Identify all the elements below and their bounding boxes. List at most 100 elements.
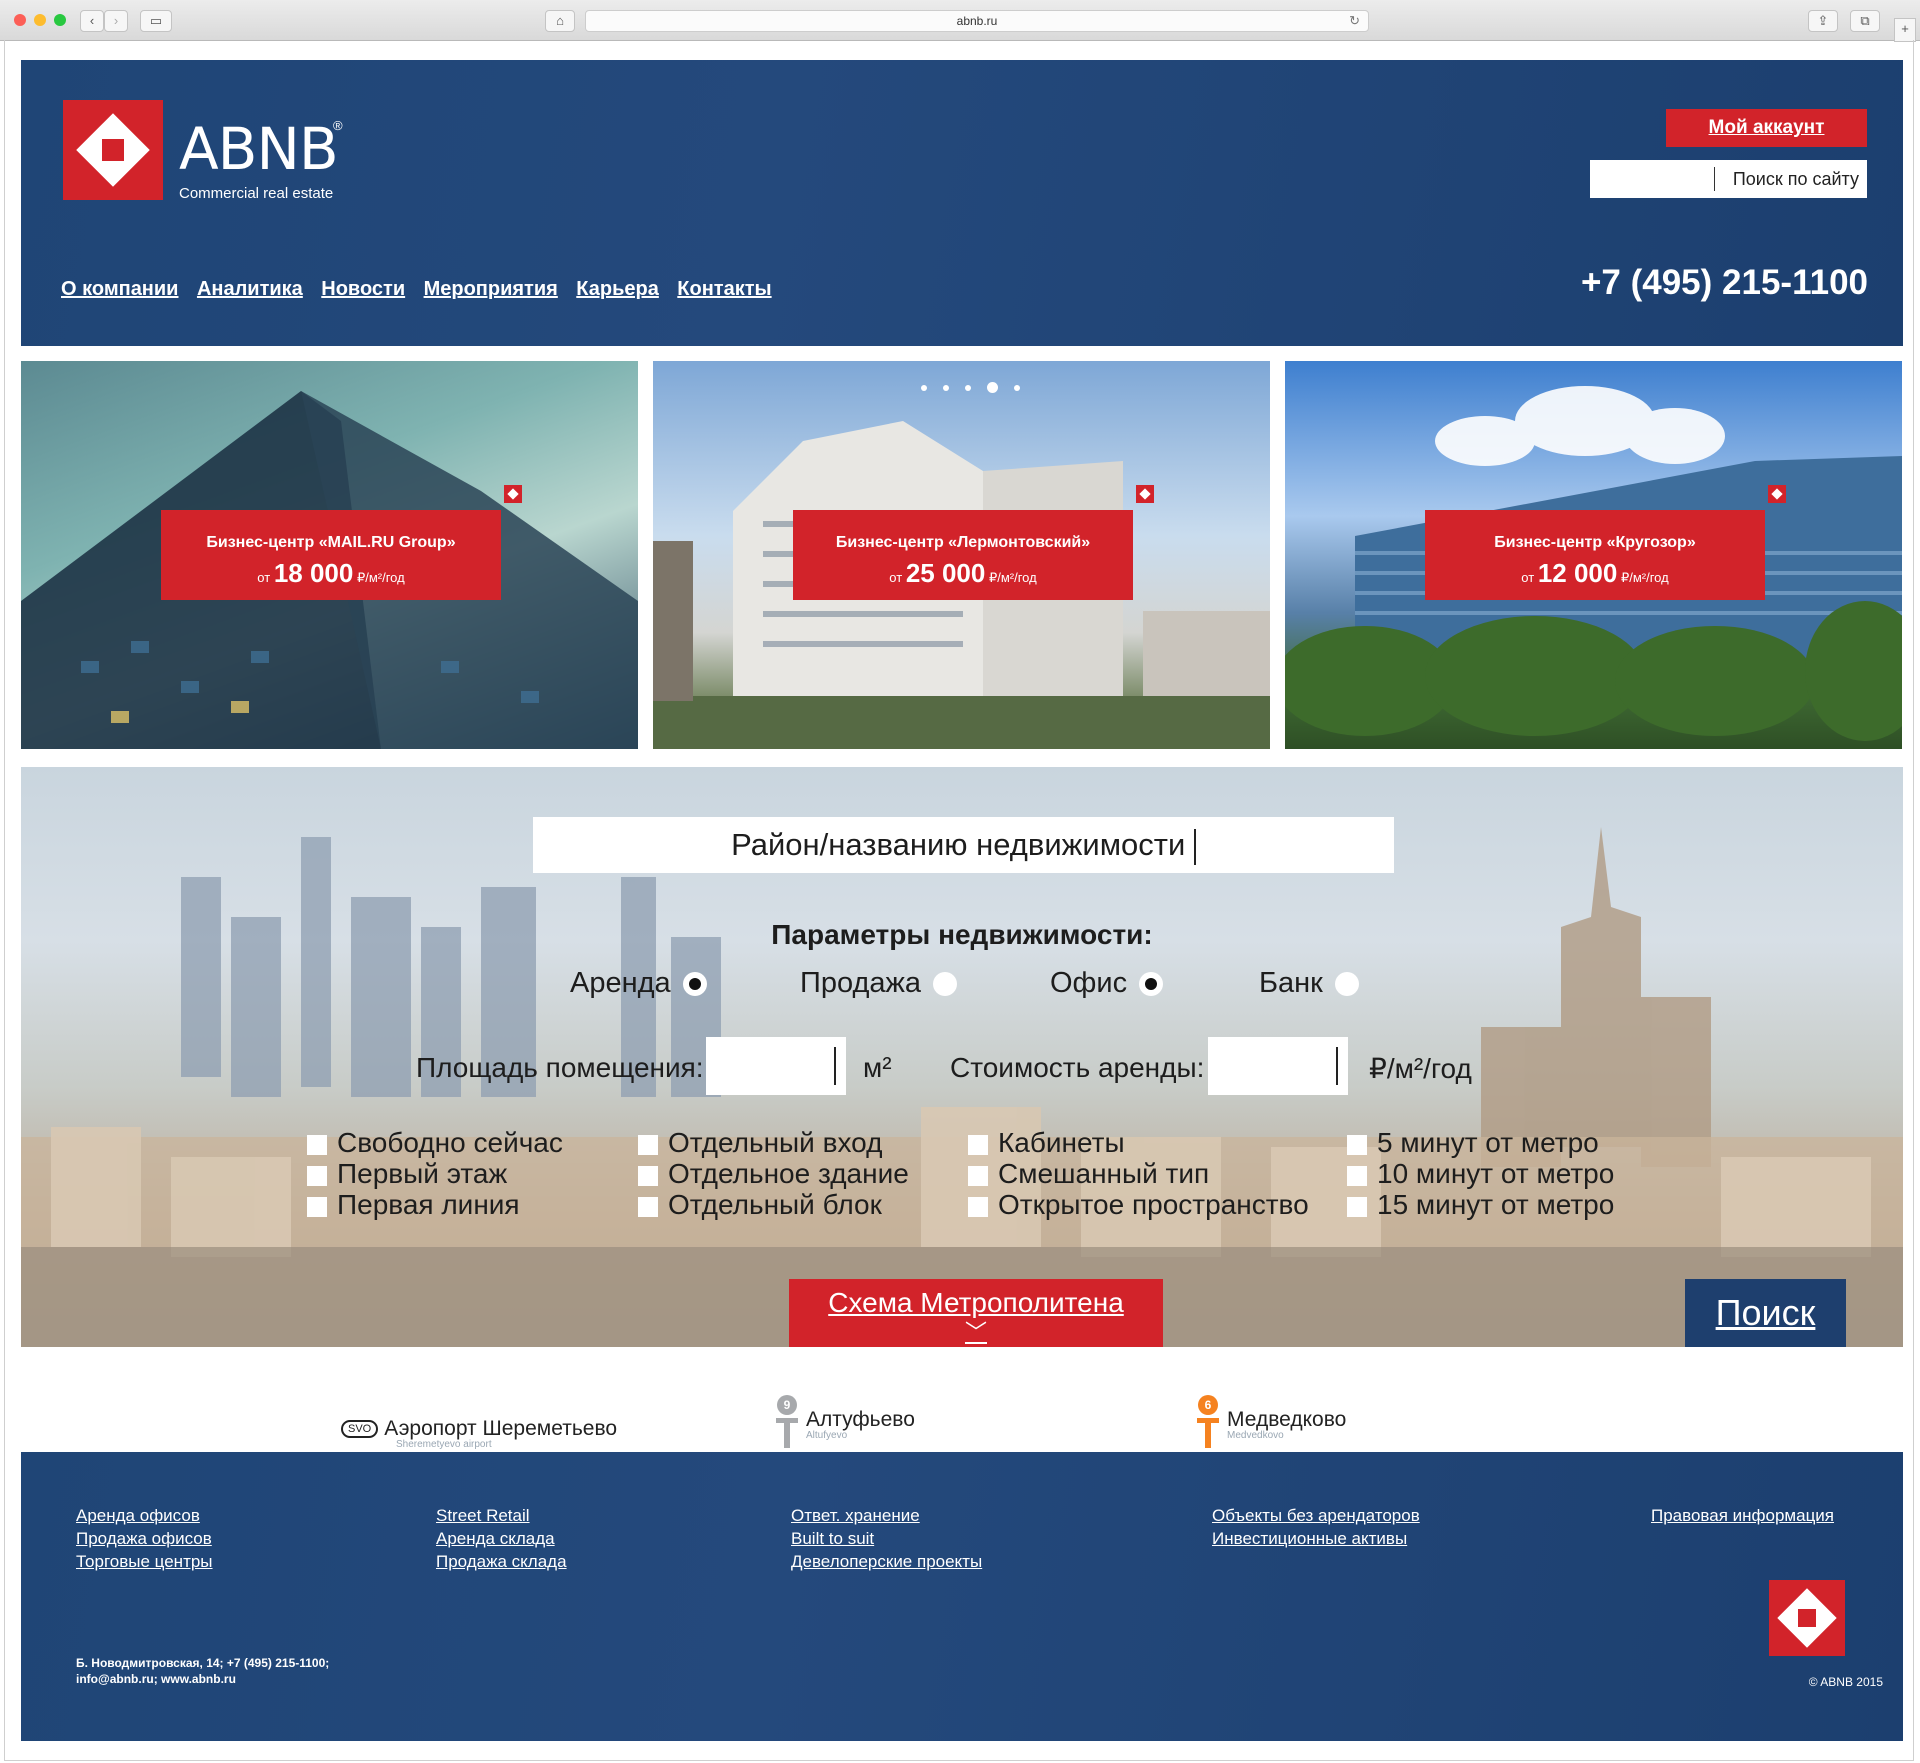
- reload-icon[interactable]: ↻: [1349, 11, 1360, 31]
- footer-link[interactable]: Инвестиционные активы: [1212, 1527, 1420, 1550]
- close-window-icon[interactable]: [14, 14, 26, 26]
- radio-button[interactable]: [682, 972, 707, 997]
- area-label: Площадь помещения:: [416, 1052, 704, 1083]
- radio-button[interactable]: [1334, 972, 1359, 997]
- footer-link[interactable]: Street Retail: [436, 1504, 567, 1527]
- checkbox-column-2: Отдельный вход Отдельное здание Отдельны…: [638, 1127, 909, 1220]
- slider-dot[interactable]: [1014, 384, 1020, 391]
- card-price: от 18 000 ₽/м²/год: [161, 558, 501, 589]
- checkbox[interactable]: [968, 1196, 988, 1217]
- checkbox[interactable]: [968, 1134, 988, 1155]
- slider-dot[interactable]: [921, 384, 927, 391]
- main-nav: О компании Аналитика Новости Мероприятия…: [61, 278, 786, 301]
- nav-analytics[interactable]: Аналитика: [197, 278, 303, 300]
- station-name: Медведково: [1227, 1408, 1347, 1431]
- checkbox-label: Смешанный тип: [998, 1158, 1210, 1189]
- checkbox-separate-entrance[interactable]: Отдельный вход: [638, 1127, 909, 1158]
- site-footer: Аренда офисов Продажа офисов Торговые це…: [21, 1452, 1903, 1741]
- checkbox[interactable]: [1347, 1134, 1367, 1155]
- my-account-button[interactable]: Мой аккаунт: [1666, 109, 1867, 147]
- checkbox[interactable]: [638, 1134, 658, 1155]
- home-icon[interactable]: ⌂: [545, 10, 575, 32]
- footer-link[interactable]: Продажа склада: [436, 1550, 567, 1573]
- nav-contacts[interactable]: Контакты: [677, 278, 771, 300]
- card-title: Бизнес-центр «Кругозор»: [1494, 534, 1696, 551]
- hero-card-lermontovsky[interactable]: Бизнес-центр «Лермонтовский» от 25 000 ₽…: [653, 361, 1270, 749]
- checkbox[interactable]: [638, 1196, 658, 1217]
- back-icon[interactable]: ‹: [80, 10, 104, 32]
- footer-logo-icon[interactable]: [1769, 1580, 1845, 1656]
- radio-bank[interactable]: Банк: [1259, 967, 1359, 1000]
- new-tab-icon[interactable]: +: [1894, 18, 1916, 42]
- property-search-input[interactable]: Район/названию недвижимости: [533, 817, 1394, 873]
- radio-button[interactable]: [933, 972, 958, 997]
- logo-icon[interactable]: [63, 100, 163, 200]
- hero-card-mailru[interactable]: Бизнес-центр «MAIL.RU Group» от 18 000 ₽…: [21, 361, 638, 749]
- logo-text[interactable]: ABNB: [179, 115, 339, 183]
- checkbox[interactable]: [1347, 1196, 1367, 1217]
- checkbox-label: Отдельный блок: [668, 1189, 882, 1220]
- checkbox[interactable]: [307, 1196, 327, 1217]
- checkbox-separate-block[interactable]: Отдельный блок: [638, 1189, 909, 1220]
- radio-sale[interactable]: Продажа: [800, 967, 958, 1000]
- checkbox-cabinets[interactable]: Кабинеты: [968, 1127, 1309, 1158]
- radio-label: Офис: [1050, 967, 1128, 999]
- checkbox-15-min-metro[interactable]: 15 минут от метро: [1347, 1189, 1614, 1220]
- footer-link[interactable]: Торговые центры: [76, 1550, 213, 1573]
- nav-news[interactable]: Новости: [321, 278, 405, 300]
- phone-number[interactable]: +7 (495) 215-1100: [1581, 263, 1868, 303]
- checkbox-mixed-type[interactable]: Смешанный тип: [968, 1158, 1309, 1189]
- radio-rent[interactable]: Аренда: [570, 967, 707, 1000]
- checkbox-open-space[interactable]: Открытое пространство: [968, 1189, 1309, 1220]
- checkbox[interactable]: [307, 1165, 327, 1186]
- footer-link[interactable]: Ответ. хранение: [791, 1504, 982, 1527]
- metro-map-button[interactable]: Схема Метрополитена ﹀: [789, 1279, 1163, 1347]
- nav-events[interactable]: Мероприятия: [424, 278, 558, 300]
- station-subtitle: Medvedkovo: [1227, 1430, 1284, 1441]
- site-search-input[interactable]: Поиск по сайту: [1590, 160, 1867, 198]
- slider-dot-active[interactable]: [987, 382, 998, 394]
- checkbox-label: 5 минут от метро: [1377, 1127, 1599, 1158]
- footer-link[interactable]: Аренда склада: [436, 1527, 567, 1550]
- checkbox[interactable]: [638, 1165, 658, 1186]
- zoom-window-icon[interactable]: [54, 14, 66, 26]
- checkbox-label: 15 минут от метро: [1377, 1189, 1615, 1220]
- share-icon[interactable]: ⇪: [1808, 10, 1838, 32]
- checkbox-free-now[interactable]: Свободно сейчас: [307, 1127, 563, 1158]
- station-altufyevo[interactable]: Алтуфьево Altufyevo: [806, 1408, 915, 1441]
- checkbox[interactable]: [307, 1134, 327, 1155]
- cost-input[interactable]: [1208, 1037, 1348, 1095]
- checkbox-first-floor[interactable]: Первый этаж: [307, 1158, 563, 1189]
- footer-link[interactable]: Продажа офисов: [76, 1527, 213, 1550]
- checkbox-10-min-metro[interactable]: 10 минут от метро: [1347, 1158, 1614, 1189]
- tabs-icon[interactable]: ⧉: [1850, 10, 1880, 32]
- checkbox-5-min-metro[interactable]: 5 минут от метро: [1347, 1127, 1614, 1158]
- price-unit: ₽/м²/год: [1620, 570, 1669, 585]
- nav-about[interactable]: О компании: [61, 278, 178, 300]
- checkbox[interactable]: [1347, 1165, 1367, 1186]
- address-bar[interactable]: abnb.ru ↻: [585, 10, 1369, 32]
- line-number: 6: [1198, 1395, 1218, 1415]
- slider-dot[interactable]: [965, 384, 971, 391]
- station-medvedkovo[interactable]: Медведково Medvedkovo: [1227, 1408, 1347, 1441]
- slider-dot[interactable]: [943, 384, 949, 391]
- radio-button[interactable]: [1139, 972, 1164, 997]
- checkbox[interactable]: [968, 1165, 988, 1186]
- forward-icon[interactable]: ›: [104, 10, 128, 32]
- sidebar-icon[interactable]: ▭: [140, 10, 172, 32]
- search-button[interactable]: Поиск: [1685, 1279, 1846, 1347]
- legal-info-link[interactable]: Правовая информация: [1651, 1504, 1834, 1527]
- footer-link[interactable]: Аренда офисов: [76, 1504, 213, 1527]
- footer-link[interactable]: Девелоперские проекты: [791, 1550, 982, 1573]
- cost-label: Стоимость аренды:: [950, 1052, 1205, 1083]
- radio-office[interactable]: Офис: [1050, 967, 1164, 1000]
- checkbox-first-line[interactable]: Первая линия: [307, 1189, 563, 1220]
- nav-career[interactable]: Карьера: [576, 278, 659, 300]
- area-input[interactable]: [706, 1037, 846, 1095]
- checkbox-separate-building[interactable]: Отдельное здание: [638, 1158, 909, 1189]
- footer-link[interactable]: Объекты без арендаторов: [1212, 1504, 1420, 1527]
- minimize-window-icon[interactable]: [34, 14, 46, 26]
- station-sheremetyevo[interactable]: SVO Аэропорт Шереметьево Sheremetyevo air…: [341, 1417, 617, 1450]
- hero-card-krugozor[interactable]: Бизнес-центр «Кругозор» от 12 000 ₽/м²/г…: [1285, 361, 1902, 749]
- footer-link[interactable]: Built to suit: [791, 1527, 982, 1550]
